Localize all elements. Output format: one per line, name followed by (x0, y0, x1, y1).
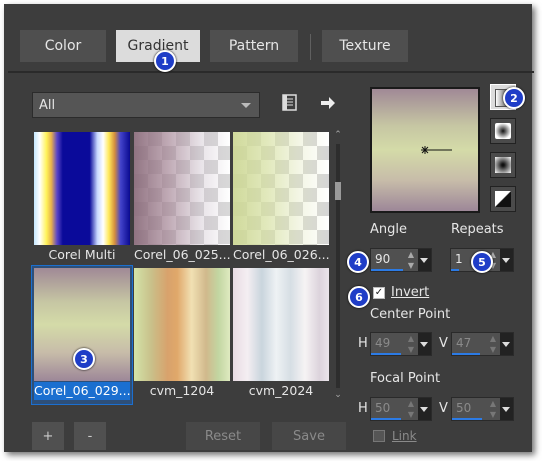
gradient-swatch (134, 132, 230, 245)
center-v-stepper[interactable]: 47 ▲ ▼ (451, 332, 514, 356)
rectangular-style-button[interactable] (490, 118, 516, 144)
angle-label: Angle (370, 222, 407, 237)
gradient-label: Corel_06_029... (34, 382, 130, 400)
focal-h-dropdown-button[interactable] (418, 398, 431, 420)
angle-dropdown-button[interactable] (418, 249, 431, 271)
center-v-dropdown-button[interactable] (500, 333, 513, 355)
add-gradient-button[interactable]: + (32, 422, 64, 450)
focal-v-dropdown-button[interactable] (500, 398, 513, 420)
focal-h-stepper[interactable]: 50 ▲ ▼ (370, 397, 432, 421)
chevron-down-icon (241, 103, 251, 108)
category-dropdown-value: All (39, 97, 56, 113)
category-dropdown[interactable]: All (32, 92, 260, 118)
gradient-thumbnail[interactable]: cvm_2024 (233, 268, 329, 398)
center-h-stepper[interactable]: 49 ▲ ▼ (370, 332, 432, 356)
sunburst-gradient-icon (495, 157, 511, 173)
gradient-swatch (233, 268, 329, 381)
link-checkbox[interactable] (373, 430, 385, 442)
angle-value: 90 (375, 252, 391, 266)
focal-v-label: V (439, 401, 448, 416)
gradient-thumbnail[interactable]: cvm_1204 (134, 268, 230, 398)
tab-pattern[interactable]: Pattern (210, 30, 298, 62)
invert-checkbox[interactable]: ✓ (373, 287, 385, 299)
callout-badge: 3 (73, 348, 95, 370)
scroll-thumb[interactable] (335, 182, 341, 200)
scroll-track[interactable] (336, 144, 340, 388)
gradient-label: Corel_06_026... (233, 247, 329, 262)
center-h-value: 49 (375, 336, 391, 350)
gradient-thumbnail[interactable]: Corel_06_025... (134, 132, 230, 262)
stepper-arrows-icon[interactable]: ▲ ▼ (405, 333, 417, 355)
gradient-swatch (233, 132, 329, 245)
stepper-arrows-icon[interactable]: ▲ ▼ (487, 398, 499, 420)
focal-h-slider-bar[interactable] (371, 418, 401, 420)
center-point-label: Center Point (370, 307, 451, 322)
gradient-label: cvm_1204 (149, 383, 215, 398)
gradient-label: cvm_2024 (248, 383, 314, 398)
gradient-swatch (134, 268, 230, 381)
scroll-up-icon[interactable]: ⌃ (333, 130, 343, 140)
link-label: Link (392, 429, 417, 443)
center-v-label: V (439, 336, 448, 351)
gradient-thumbnail[interactable]: Corel_06_026... (233, 132, 329, 262)
save-button[interactable]: Save (272, 422, 346, 450)
rectangular-gradient-icon (495, 123, 511, 139)
focal-point-label: Focal Point (370, 371, 441, 386)
callout-badge: 4 (347, 251, 369, 273)
radial-gradient-icon (495, 191, 511, 207)
file-location-icon[interactable] (282, 94, 298, 112)
thumbnail-scrollbar[interactable]: ⌃ ⌄ (332, 130, 344, 402)
center-v-value: 47 (456, 336, 472, 350)
center-v-slider-bar[interactable] (452, 353, 480, 355)
arrow-right-icon[interactable] (320, 95, 336, 111)
repeats-slider-bar[interactable] (451, 269, 459, 271)
stepper-arrows-icon[interactable]: ▲ ▼ (405, 249, 417, 271)
repeats-label: Repeats (451, 222, 504, 237)
divider (8, 71, 534, 73)
focal-v-value: 50 (456, 401, 472, 415)
sunburst-style-button[interactable] (490, 152, 516, 178)
callout-badge: 1 (154, 50, 176, 72)
repeats-dropdown-button[interactable] (500, 249, 513, 271)
center-h-slider-bar[interactable] (371, 353, 401, 355)
gradient-label: Corel Multi (48, 247, 116, 262)
gradient-label: Corel_06_025... (134, 247, 230, 262)
center-h-label: H (358, 336, 368, 351)
stepper-arrows-icon[interactable]: ▲ ▼ (405, 398, 417, 420)
gradient-thumbnail[interactable]: Corel Multi (34, 132, 130, 262)
repeats-value: 1 (455, 252, 463, 266)
angle-slider-bar[interactable] (371, 269, 403, 271)
gradient-swatch (34, 132, 130, 245)
angle-stepper[interactable]: 90 ▲ ▼ (370, 248, 432, 272)
tab-separator (310, 34, 311, 60)
stepper-arrows-icon[interactable]: ▲ ▼ (487, 333, 499, 355)
callout-badge: 5 (471, 251, 493, 273)
tab-color[interactable]: Color (20, 30, 106, 62)
gradient-preview[interactable] (370, 87, 480, 213)
center-h-dropdown-button[interactable] (418, 333, 431, 355)
callout-badge: 6 (348, 286, 370, 308)
remove-gradient-button[interactable]: - (74, 422, 106, 450)
tab-texture[interactable]: Texture (322, 30, 408, 62)
scroll-down-icon[interactable]: ⌄ (333, 390, 343, 400)
focal-v-stepper[interactable]: 50 ▲ ▼ (451, 397, 514, 421)
reset-button[interactable]: Reset (186, 422, 260, 450)
radial-style-button[interactable] (490, 186, 516, 212)
focal-h-value: 50 (375, 401, 391, 415)
callout-badge: 2 (503, 87, 525, 109)
invert-label: Invert (391, 285, 430, 300)
focal-h-label: H (358, 401, 368, 416)
focal-v-slider-bar[interactable] (452, 418, 482, 420)
